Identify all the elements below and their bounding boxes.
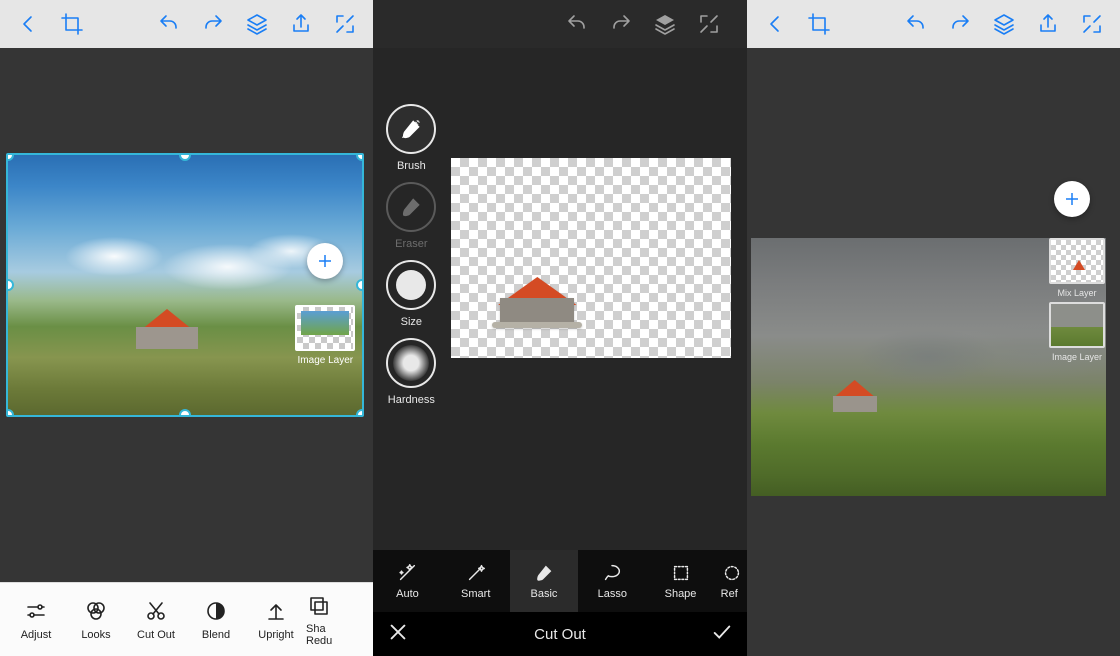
tab-smart[interactable]: Smart [442, 550, 510, 612]
redo-icon[interactable] [601, 4, 641, 44]
looks-button[interactable]: Looks [66, 599, 126, 641]
cutout-title-bar: Cut Out [373, 612, 746, 656]
size-tool[interactable] [386, 260, 436, 310]
crop-icon[interactable] [52, 4, 92, 44]
layer-label-mix: Mix Layer [1057, 288, 1096, 298]
layers-icon[interactable] [645, 4, 685, 44]
svg-text:+: + [417, 118, 422, 128]
undo-icon[interactable] [896, 4, 936, 44]
share-icon[interactable] [1028, 4, 1068, 44]
redo-icon[interactable] [940, 4, 980, 44]
toolbar-right [747, 0, 1120, 48]
upright-button[interactable]: Upright [246, 599, 306, 641]
cutout-button[interactable]: Cut Out [126, 599, 186, 641]
resize-handle-tl[interactable] [6, 153, 14, 161]
fullscreen-icon[interactable] [1072, 4, 1112, 44]
tab-shape[interactable]: Shape [646, 550, 714, 612]
tab-lasso[interactable]: Lasso [578, 550, 646, 612]
crop-icon[interactable] [799, 4, 839, 44]
eraser-label: Eraser [395, 238, 427, 250]
shadow-reduce-button[interactable]: Sha Redu [306, 593, 334, 647]
cutout-title: Cut Out [373, 626, 746, 643]
hardness-tool[interactable] [386, 338, 436, 388]
back-icon[interactable] [755, 4, 795, 44]
tab-auto[interactable]: Auto [373, 550, 441, 612]
brush-label: Brush [397, 160, 426, 172]
size-label: Size [401, 316, 422, 328]
resize-handle-mb[interactable] [179, 409, 191, 417]
resize-handle-br[interactable] [356, 409, 364, 417]
resize-handle-bl[interactable] [6, 409, 14, 417]
layer-label-image: Image Layer [1052, 352, 1102, 362]
layer-thumbnail[interactable] [295, 305, 355, 351]
layer-thumb-panel: Image Layer [293, 305, 357, 366]
panel-middle: + Brush Eraser Size Hardness Auto Smart [373, 0, 746, 656]
panel-left: Image Layer Adjust Looks Cut Out Blend U… [0, 0, 373, 656]
cutout-tool-palette: + Brush Eraser Size Hardness [381, 98, 441, 406]
panel-right: Mix Layer Image Layer [747, 0, 1120, 656]
hardness-label: Hardness [388, 394, 435, 406]
layers-icon[interactable] [237, 4, 277, 44]
cutout-mode-tabs: Auto Smart Basic Lasso Shape Ref [373, 550, 746, 612]
pasted-cutout[interactable] [827, 376, 883, 412]
cancel-button[interactable] [387, 621, 409, 647]
layer-thumbnail-label: Image Layer [298, 355, 354, 366]
back-icon[interactable] [8, 4, 48, 44]
resize-handle-mr[interactable] [356, 279, 364, 291]
eraser-tool[interactable] [386, 182, 436, 232]
bottom-toolbar-left: Adjust Looks Cut Out Blend Upright Sha R… [0, 582, 373, 656]
undo-icon[interactable] [557, 4, 597, 44]
blend-button[interactable]: Blend [186, 599, 246, 641]
share-icon[interactable] [281, 4, 321, 44]
add-layer-button[interactable] [1054, 181, 1090, 217]
resize-handle-ml[interactable] [6, 279, 14, 291]
redo-icon[interactable] [193, 4, 233, 44]
layers-icon[interactable] [984, 4, 1024, 44]
undo-icon[interactable] [149, 4, 189, 44]
toolbar-left [0, 0, 373, 48]
canvas-middle[interactable]: + Brush Eraser Size Hardness [373, 48, 746, 550]
tab-basic[interactable]: Basic [510, 550, 578, 612]
cutout-subject[interactable] [488, 273, 586, 328]
layer-thumb-mix[interactable] [1049, 238, 1105, 284]
tab-refine[interactable]: Ref [715, 550, 747, 612]
adjust-button[interactable]: Adjust [6, 599, 66, 641]
transparency-canvas[interactable] [451, 158, 731, 358]
selected-layer-bounds[interactable] [6, 153, 364, 417]
resize-handle-mt[interactable] [179, 153, 191, 161]
brush-tool[interactable]: + [386, 104, 436, 154]
fullscreen-icon[interactable] [689, 4, 729, 44]
house-graphic [128, 303, 206, 349]
confirm-button[interactable] [711, 621, 733, 647]
layers-panel: Mix Layer Image Layer [1046, 238, 1108, 362]
canvas-right[interactable]: Mix Layer Image Layer [747, 48, 1120, 656]
fullscreen-icon[interactable] [325, 4, 365, 44]
resize-handle-tr[interactable] [356, 153, 364, 161]
toolbar-middle [373, 0, 746, 48]
canvas-left[interactable]: Image Layer [0, 48, 373, 582]
layer-thumb-image[interactable] [1049, 302, 1105, 348]
